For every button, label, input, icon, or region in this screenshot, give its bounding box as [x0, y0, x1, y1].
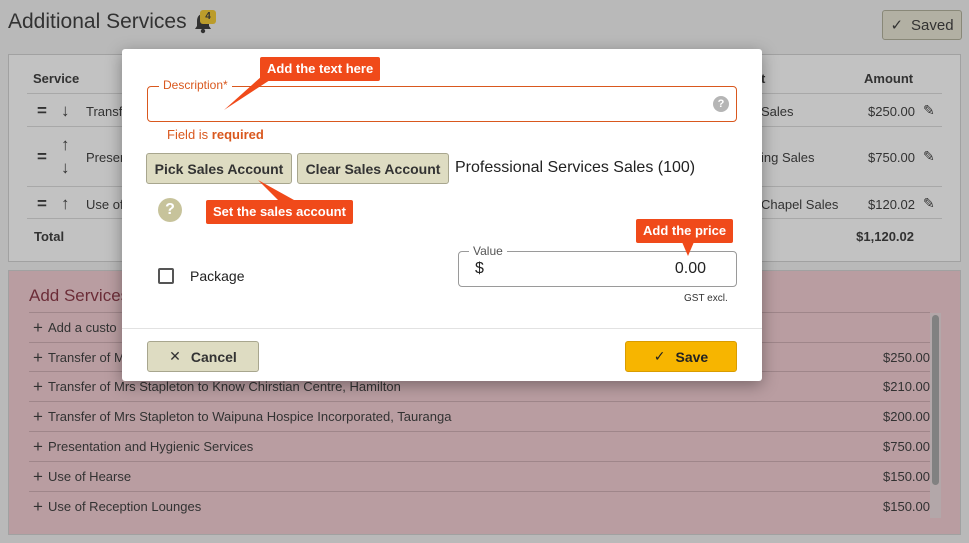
- save-label: Save: [675, 348, 709, 365]
- dialog-divider: [122, 328, 762, 329]
- gst-note: GST excl.: [684, 293, 728, 304]
- sales-account-name: Professional Services Sales (100): [455, 159, 696, 176]
- error-strong: required: [211, 127, 264, 142]
- callout-pointer: [682, 242, 694, 256]
- currency-symbol: $: [475, 260, 484, 277]
- callout-add-text: Add the text here: [260, 57, 381, 81]
- cancel-button[interactable]: ✕ Cancel: [147, 341, 259, 372]
- value-amount: 0.00: [674, 260, 706, 277]
- cancel-label: Cancel: [190, 348, 237, 365]
- callout-pointer: [224, 76, 270, 110]
- save-button[interactable]: ✓ Save: [625, 341, 737, 372]
- check-icon: ✓: [653, 348, 666, 364]
- error-prefix: Field is: [167, 127, 212, 142]
- clear-sales-account-button[interactable]: Clear Sales Account: [297, 153, 449, 184]
- description-error: Field is required: [167, 127, 264, 142]
- help-icon[interactable]: ?: [713, 96, 729, 112]
- callout-sales-account: Set the sales account: [206, 200, 353, 224]
- value-label: Value: [469, 244, 507, 258]
- package-label: Package: [190, 268, 245, 284]
- question-icon[interactable]: ?: [158, 198, 182, 222]
- callout-add-price: Add the price: [636, 219, 734, 243]
- package-checkbox[interactable]: [158, 268, 174, 284]
- close-icon: ✕: [169, 348, 181, 364]
